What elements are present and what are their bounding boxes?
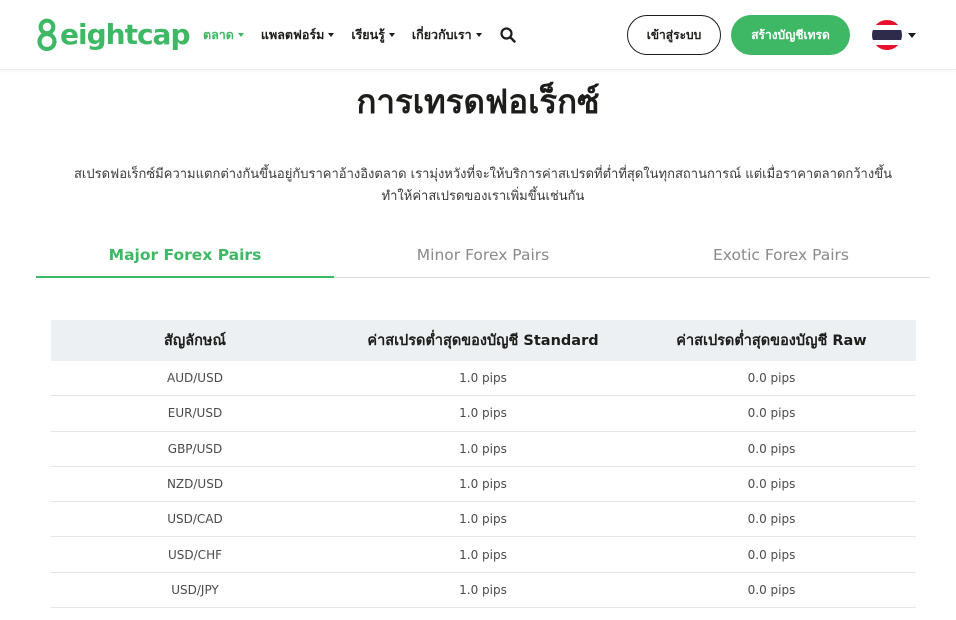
chevron-down-icon xyxy=(328,33,335,37)
standard-spread-cell: 1.0 pips xyxy=(459,441,507,456)
thailand-flag-icon xyxy=(872,20,902,50)
nav-item-platforms[interactable]: แพลตฟอร์ม xyxy=(260,25,335,45)
nav-item-about[interactable]: เกี่ยวกับเรา xyxy=(412,25,482,45)
symbol-cell: AUD/USD xyxy=(167,371,223,386)
chevron-down-icon xyxy=(908,32,916,38)
standard-spread-cell: 1.0 pips xyxy=(459,582,507,597)
standard-spread-cell: 1.0 pips xyxy=(459,477,507,492)
raw-spread-cell: 0.0 pips xyxy=(747,477,796,492)
tab-minor-forex-pairs[interactable]: Minor Forex Pairs xyxy=(334,236,632,277)
symbol-cell: USD/JPY xyxy=(171,582,219,597)
column-header-raw: ค่าสเปรดต่ำสุดของบัญชี Raw xyxy=(676,333,867,349)
symbol-cell: GBP/USD xyxy=(167,441,223,456)
raw-spread-cell: 0.0 pips xyxy=(747,547,796,562)
eightcap-logo[interactable]: eightcap xyxy=(36,17,190,53)
raw-spread-cell: 0.0 pips xyxy=(747,371,796,386)
table-row: AUD/USD 1.0 pips 0.0 pips xyxy=(51,361,916,397)
standard-spread-cell: 1.0 pips xyxy=(459,371,507,386)
column-header-standard: ค่าสเปรดต่ำสุดของบัญชี Standard xyxy=(367,333,599,349)
symbol-cell: EUR/USD xyxy=(167,406,223,421)
create-account-button[interactable]: สร้างบัญชีเทรด xyxy=(731,15,850,55)
intro-text: สเปรดฟอเร็กซ์มีความแตกต่างกันขึ้นอยู่กับ… xyxy=(40,164,926,208)
logo-text: eightcap xyxy=(60,18,190,51)
nav-item-label: แพลตฟอร์ม xyxy=(260,27,325,42)
nav-item-label: เกี่ยวกับเรา xyxy=(411,27,472,42)
raw-spread-cell: 0.0 pips xyxy=(747,582,796,597)
intro-line: ทำให้ค่าสเปรดของเราเพิ่มขึ้นเช่นกัน xyxy=(381,189,585,204)
login-button[interactable]: เข้าสู่ระบบ xyxy=(627,15,721,55)
nav-item-learn[interactable]: เรียนรู้ xyxy=(351,25,395,45)
raw-spread-cell: 0.0 pips xyxy=(747,441,796,456)
nav-item-label: เรียนรู้ xyxy=(351,27,385,42)
symbol-cell: USD/CAD xyxy=(167,512,223,527)
table-row: NZD/USD 1.0 pips 0.0 pips xyxy=(51,467,916,503)
language-selector[interactable] xyxy=(872,20,916,50)
raw-spread-cell: 0.0 pips xyxy=(747,406,796,421)
standard-spread-cell: 1.0 pips xyxy=(459,547,507,562)
main-nav: ตลาด แพลตฟอร์ม เรียนรู้ เกี่ยวกับเรา xyxy=(203,24,517,46)
table-row: USD/CAD 1.0 pips 0.0 pips xyxy=(51,502,916,538)
standard-spread-cell: 1.0 pips xyxy=(459,406,507,421)
forex-pair-tabs: Major Forex Pairs Minor Forex Pairs Exot… xyxy=(36,236,930,278)
nav-item-markets[interactable]: ตลาด xyxy=(203,25,244,45)
chevron-down-icon xyxy=(237,33,244,37)
tab-exotic-forex-pairs[interactable]: Exotic Forex Pairs xyxy=(632,236,930,277)
logo-mark-icon xyxy=(36,18,58,52)
intro-line: สเปรดฟอเร็กซ์มีความแตกต่างกันขึ้นอยู่กับ… xyxy=(74,167,892,182)
table-row: USD/JPY 1.0 pips 0.0 pips xyxy=(51,573,916,609)
table-row: EUR/USD 1.0 pips 0.0 pips xyxy=(51,396,916,432)
tab-major-forex-pairs[interactable]: Major Forex Pairs xyxy=(36,236,334,278)
table-row: GBP/USD 1.0 pips 0.0 pips xyxy=(51,432,916,467)
nav-item-label: ตลาด xyxy=(203,27,234,42)
chevron-down-icon xyxy=(475,33,482,37)
raw-spread-cell: 0.0 pips xyxy=(747,512,796,527)
search-icon[interactable] xyxy=(499,26,517,44)
page-title: การเทรดฟอเร็กซ์ xyxy=(356,82,600,121)
site-header: eightcap ตลาด แพลตฟอร์ม เรียนรู้ เกี่ยวก… xyxy=(0,0,956,70)
spread-table: สัญลักษณ์ ค่าสเปรดต่ำสุดของบัญชี Standar… xyxy=(51,320,916,609)
table-row: USD/CHF 1.0 pips 0.0 pips xyxy=(51,537,916,573)
symbol-cell: USD/CHF xyxy=(168,547,222,562)
column-header-symbol: สัญลักษณ์ xyxy=(164,333,226,349)
chevron-down-icon xyxy=(388,33,395,37)
standard-spread-cell: 1.0 pips xyxy=(459,512,507,527)
table-header: สัญลักษณ์ ค่าสเปรดต่ำสุดของบัญชี Standar… xyxy=(51,320,916,361)
symbol-cell: NZD/USD xyxy=(166,477,224,492)
